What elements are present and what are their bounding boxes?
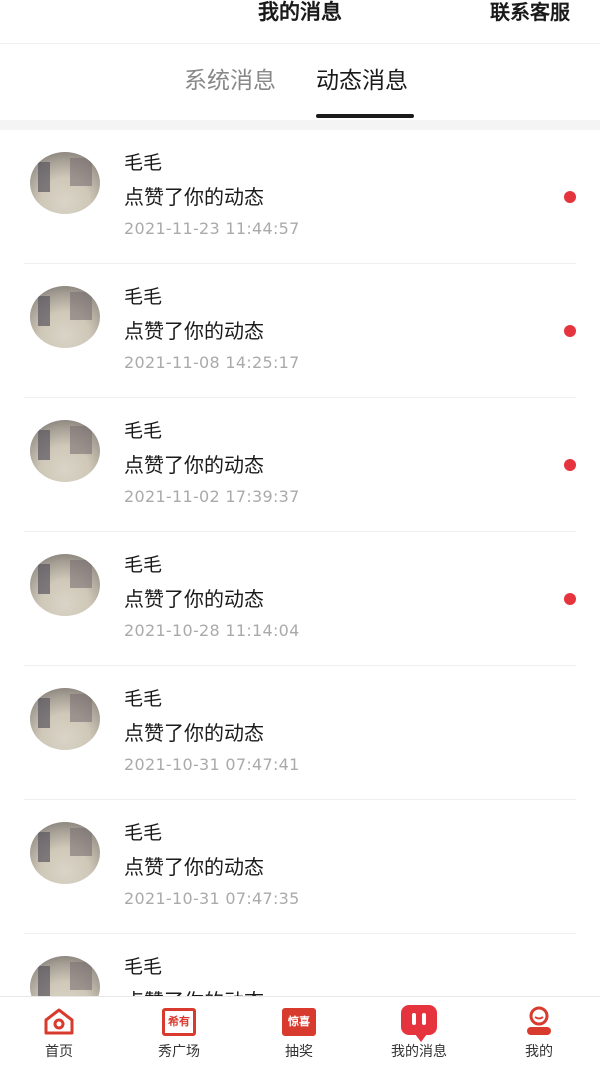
message-text: 点赞了你的动态 xyxy=(124,453,264,477)
sender-name: 毛毛 xyxy=(124,420,163,442)
sender-name: 毛毛 xyxy=(124,956,163,978)
list-item[interactable]: 毛毛 点赞了你的动态 2021-11-23 11:44:57 xyxy=(0,130,600,264)
sender-name: 毛毛 xyxy=(124,554,163,576)
tabbar-label-lottery: 抽奖 xyxy=(285,1044,313,1060)
tabbar-item-home[interactable]: 首页 xyxy=(14,1003,104,1061)
tabbar-label-show-square: 秀广场 xyxy=(158,1044,200,1060)
list-item[interactable]: 毛毛 点赞了你的动态 2021-11-08 14:25:17 xyxy=(0,264,600,398)
tabbar-item-me[interactable]: 我的 xyxy=(494,1003,584,1061)
message-time: 2021-10-31 07:47:35 xyxy=(124,889,300,908)
profile-icon xyxy=(519,1003,559,1039)
unread-dot xyxy=(564,191,576,203)
unread-dot xyxy=(564,593,576,605)
message-list: 毛毛 点赞了你的动态 2021-11-23 11:44:57 毛毛 点赞了你的动… xyxy=(0,130,600,996)
unread-dot xyxy=(564,459,576,471)
section-divider xyxy=(0,120,600,130)
show-square-icon-text: 希有 xyxy=(162,1008,196,1036)
tabbar-item-messages[interactable]: 我的消息 xyxy=(374,1003,464,1061)
list-item[interactable]: 毛毛 点赞了你的动态 xyxy=(0,934,600,996)
message-time: 2021-11-08 14:25:17 xyxy=(124,353,300,372)
top-header: 我的消息 联系客服 xyxy=(0,0,600,44)
tabbar-label-home: 首页 xyxy=(45,1044,73,1060)
contact-service-button[interactable]: 联系客服 xyxy=(490,0,570,24)
message-text: 点赞了你的动态 xyxy=(124,319,264,343)
list-item[interactable]: 毛毛 点赞了你的动态 2021-10-31 07:47:41 xyxy=(0,666,600,800)
bottom-tab-bar: 首页 希有 秀广场 惊喜 抽奖 我的消息 我的 xyxy=(0,996,600,1067)
lottery-icon: 惊喜 xyxy=(279,1003,319,1039)
message-time: 2021-11-23 11:44:57 xyxy=(124,219,300,238)
list-item[interactable]: 毛毛 点赞了你的动态 2021-10-28 11:14:04 xyxy=(0,532,600,666)
message-text: 点赞了你的动态 xyxy=(124,855,264,879)
message-icon xyxy=(399,1003,439,1042)
message-text: 点赞了你的动态 xyxy=(124,721,264,745)
home-icon xyxy=(39,1003,79,1039)
tabbar-label-me: 我的 xyxy=(525,1044,553,1060)
avatar[interactable] xyxy=(30,286,100,348)
sender-name: 毛毛 xyxy=(124,152,163,174)
sender-name: 毛毛 xyxy=(124,688,163,710)
tabbar-item-lottery[interactable]: 惊喜 抽奖 xyxy=(254,1003,344,1061)
tab-activity-messages[interactable]: 动态消息 xyxy=(316,66,408,96)
message-tabs: 系统消息 动态消息 xyxy=(0,44,600,120)
lottery-icon-text: 惊喜 xyxy=(282,1008,316,1036)
avatar[interactable] xyxy=(30,956,100,996)
avatar[interactable] xyxy=(30,554,100,616)
tabbar-item-show-square[interactable]: 希有 秀广场 xyxy=(134,1003,224,1061)
active-tab-indicator xyxy=(316,114,414,118)
avatar[interactable] xyxy=(30,420,100,482)
avatar[interactable] xyxy=(30,688,100,750)
message-time: 2021-10-31 07:47:41 xyxy=(124,755,300,774)
unread-dot xyxy=(564,325,576,337)
avatar[interactable] xyxy=(30,822,100,884)
tabbar-label-messages: 我的消息 xyxy=(391,1044,447,1060)
list-item[interactable]: 毛毛 点赞了你的动态 2021-11-02 17:39:37 xyxy=(0,398,600,532)
show-square-icon: 希有 xyxy=(159,1003,199,1039)
message-text: 点赞了你的动态 xyxy=(124,987,264,996)
sender-name: 毛毛 xyxy=(124,822,163,844)
list-item[interactable]: 毛毛 点赞了你的动态 2021-10-31 07:47:35 xyxy=(0,800,600,934)
message-text: 点赞了你的动态 xyxy=(124,587,264,611)
message-time: 2021-10-28 11:14:04 xyxy=(124,621,300,640)
message-text: 点赞了你的动态 xyxy=(124,185,264,209)
sender-name: 毛毛 xyxy=(124,286,163,308)
avatar[interactable] xyxy=(30,152,100,214)
message-time: 2021-11-02 17:39:37 xyxy=(124,487,300,506)
tab-system-messages[interactable]: 系统消息 xyxy=(184,66,276,96)
